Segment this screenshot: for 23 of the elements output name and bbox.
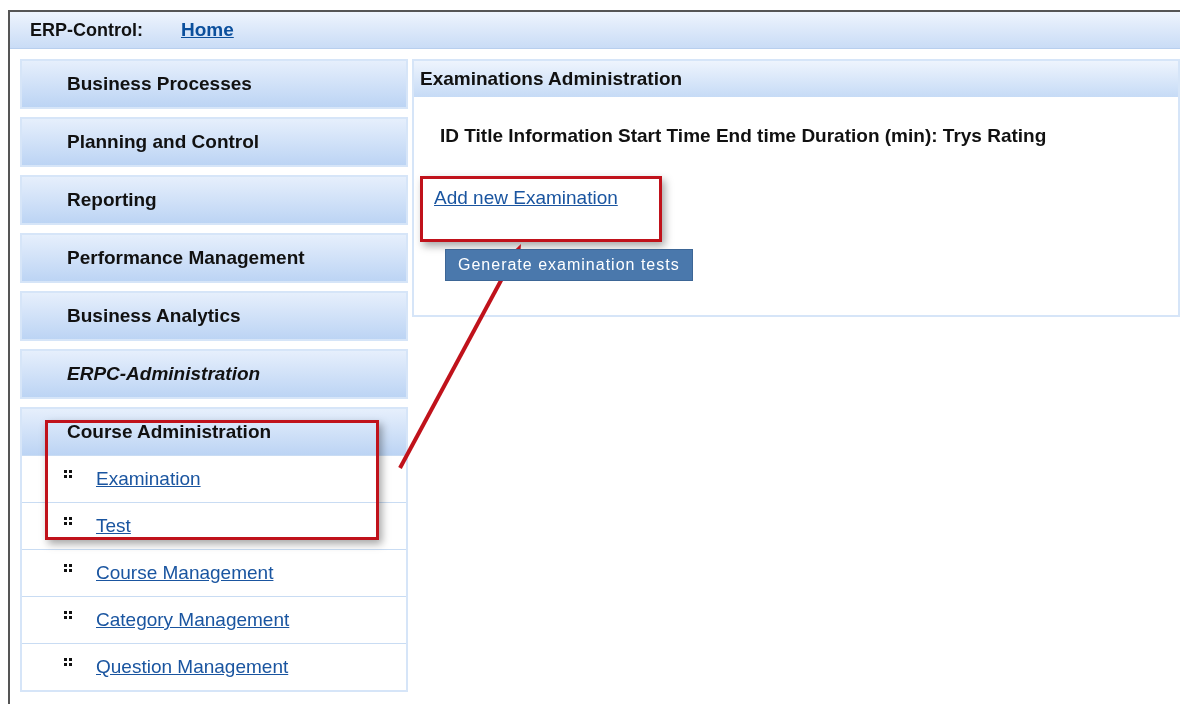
sidebar-section-header[interactable]: Reporting bbox=[22, 177, 406, 223]
sidebar-link[interactable]: Test bbox=[96, 515, 131, 537]
panel-title: Examinations Administration bbox=[414, 61, 1178, 97]
sidebar-section-header[interactable]: Performance Management bbox=[22, 235, 406, 281]
home-link[interactable]: Home bbox=[181, 19, 234, 41]
sidebar-link[interactable]: Course Management bbox=[96, 562, 274, 584]
sidebar-section-header[interactable]: ERPC-Administration bbox=[22, 351, 406, 397]
generate-button[interactable]: Generate examination tests bbox=[445, 249, 693, 281]
sidebar-section-header[interactable]: Business Processes bbox=[22, 61, 406, 107]
bullet-icon bbox=[64, 470, 72, 478]
bullet-icon bbox=[64, 564, 72, 572]
add-examination-link[interactable]: Add new Examination bbox=[434, 187, 618, 209]
sidebar-section-header[interactable]: Business Analytics bbox=[22, 293, 406, 339]
sidebar-section-header[interactable]: Planning and Control bbox=[22, 119, 406, 165]
bullet-icon bbox=[64, 658, 72, 666]
sidebar-link[interactable]: Examination bbox=[96, 468, 201, 490]
column-headers: ID Title Information Start Time End time Duration (min): Trys Rating bbox=[440, 125, 1048, 147]
sidebar-link[interactable]: Category Management bbox=[96, 609, 290, 631]
app-title: ERP-Control: bbox=[30, 19, 143, 41]
sidebar-section-header[interactable]: Course Administration bbox=[22, 409, 406, 455]
sidebar-link[interactable]: Question Management bbox=[96, 656, 289, 678]
bullet-icon bbox=[64, 611, 72, 619]
bullet-icon bbox=[64, 517, 72, 525]
